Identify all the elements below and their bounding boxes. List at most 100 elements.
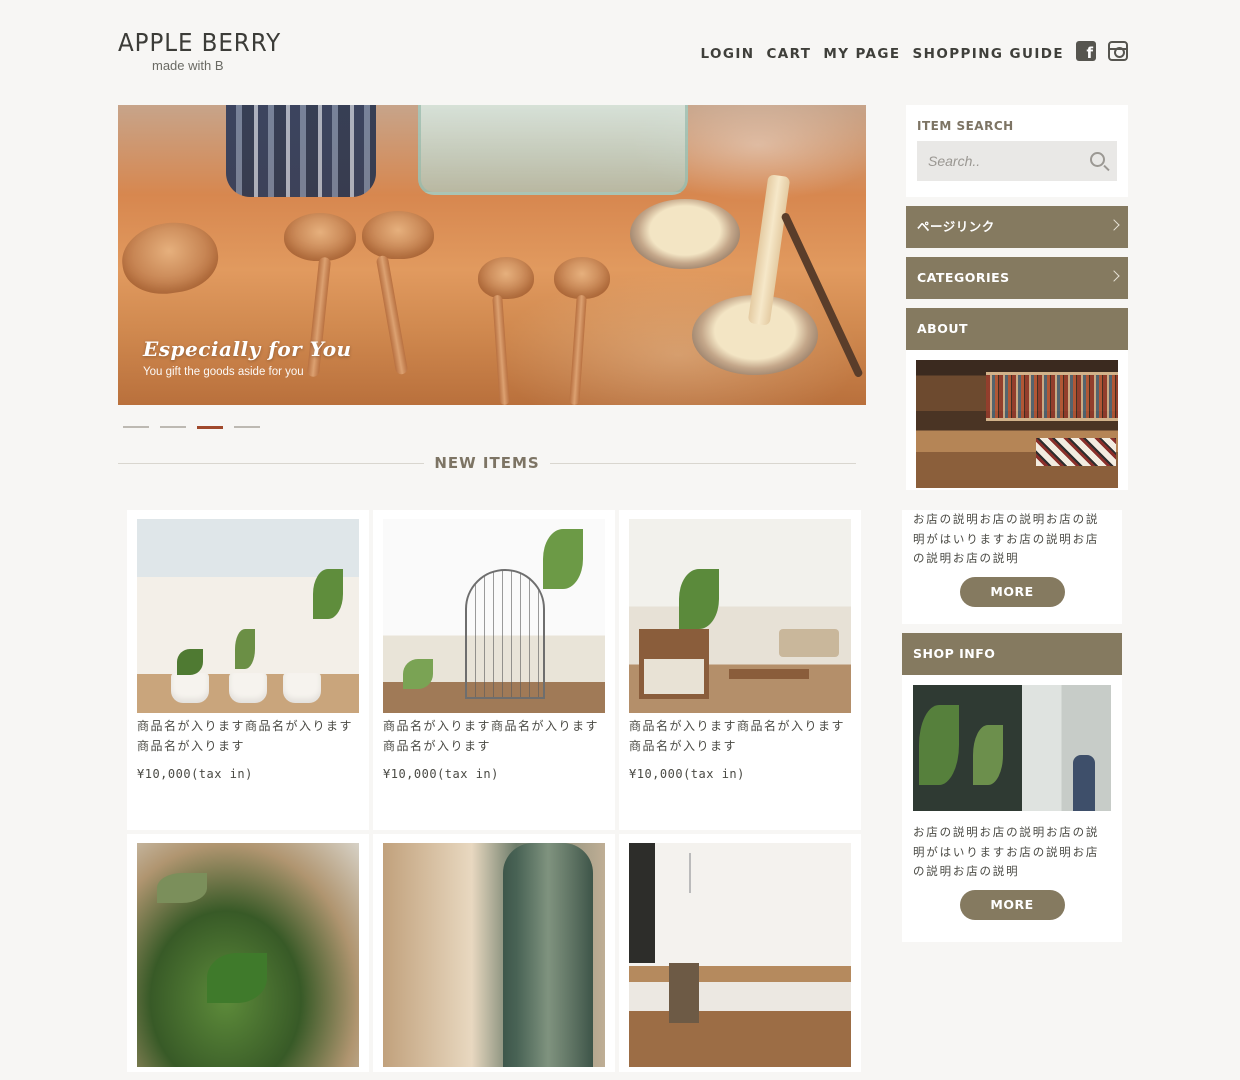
divider (118, 462, 425, 464)
new-items-heading: NEW ITEMS (118, 453, 857, 473)
product-card[interactable]: 商品名が入ります商品名が入ります商品名が入ります ¥10,000(tax in) (619, 510, 861, 830)
about-image-shelf (986, 418, 1118, 421)
about-image-bookshelf (986, 374, 1118, 418)
product-image (383, 519, 605, 713)
hero-title: Especially for You (143, 337, 352, 361)
shop-info-more-button[interactable]: MORE (959, 889, 1065, 920)
about-image (916, 360, 1118, 488)
categories-label: CATEGORIES (917, 270, 1010, 285)
product-name: 商品名が入ります商品名が入ります商品名が入ります (137, 719, 354, 753)
hero-subtitle: You gift the goods aside for you (143, 366, 304, 378)
product-image-birdcage (465, 569, 545, 699)
product-image-leaf (313, 569, 343, 619)
about-image-frame (906, 350, 1128, 490)
product-image-pot (229, 673, 267, 703)
product-price: ¥10,000(tax in) (383, 767, 499, 781)
shop-image (913, 685, 1111, 811)
shop-image-plants (919, 705, 959, 785)
about-heading: ABOUT (906, 308, 1128, 350)
nav-login[interactable]: LOGIN (700, 46, 754, 62)
product-image-leaf (235, 629, 255, 669)
shop-info-heading: SHOP INFO (902, 633, 1122, 675)
product-image-lamp (689, 853, 691, 893)
item-search-panel: ITEM SEARCH (906, 105, 1128, 197)
product-image-leaf (157, 873, 207, 903)
site-logo[interactable]: APPLE BERRY made with B (118, 28, 295, 73)
social-links: f (1076, 41, 1128, 62)
search-icon[interactable] (1090, 152, 1105, 167)
shop-image-plants (973, 725, 1003, 785)
shop-image-frame (902, 675, 1122, 820)
product-image-leaf (403, 659, 433, 689)
main-nav: LOGIN CART MY PAGE SHOPPING GUIDE f (700, 41, 1128, 62)
slider-dot-4[interactable] (234, 426, 260, 428)
hero-image-spoon (362, 211, 434, 259)
shop-info-content: お店の説明お店の説明お店の説明がはいりますお店の説明お店の説明お店の説明 MOR… (902, 820, 1122, 942)
product-name: 商品名が入ります商品名が入ります商品名が入ります (629, 719, 846, 753)
chevron-right-icon (1108, 270, 1120, 282)
hero-image-handle (492, 294, 510, 405)
shop-info-description: お店の説明お店の説明お店の説明がはいりますお店の説明お店の説明お店の説明 (913, 825, 1100, 878)
product-image-sofa (779, 629, 839, 657)
brand-tagline: made with B (152, 58, 224, 73)
product-image (137, 519, 359, 713)
about-description: お店の説明お店の説明お店の説明がはいりますお店の説明お店の説明お店の説明 (913, 512, 1100, 565)
hero-image-bowl (630, 199, 740, 269)
hero-image-spoon (554, 257, 610, 299)
product-price: ¥10,000(tax in) (137, 767, 253, 781)
hero-image-spoon (118, 216, 223, 300)
hero-image-jar (226, 105, 376, 197)
product-card[interactable]: 商品名が入ります商品名が入ります商品名が入ります ¥10,000(tax in) (127, 510, 369, 830)
about-image-shelf (986, 372, 1118, 375)
instagram-icon[interactable] (1108, 41, 1128, 61)
product-card[interactable] (373, 834, 615, 1072)
hero-image-spoon (478, 257, 534, 299)
product-image-table (729, 669, 809, 679)
hero-image-handle (375, 254, 409, 376)
about-more-button[interactable]: MORE (959, 576, 1065, 607)
nav-my-page[interactable]: MY PAGE (823, 46, 900, 62)
shop-info-label: SHOP INFO (913, 646, 996, 661)
hero-image-spoon (284, 213, 356, 261)
product-name: 商品名が入ります商品名が入ります商品名が入ります (383, 719, 600, 753)
item-search-heading: ITEM SEARCH (917, 119, 1014, 133)
facebook-icon[interactable]: f (1076, 41, 1096, 62)
divider (549, 462, 857, 464)
chevron-right-icon (1108, 219, 1120, 231)
product-image-pot (283, 673, 321, 703)
hero-caption: Especially for You You gift the goods as… (143, 337, 352, 378)
product-card[interactable] (619, 834, 861, 1072)
hero-image-tray (418, 105, 688, 195)
about-label: ABOUT (917, 321, 969, 336)
shop-image-person (1073, 755, 1095, 811)
about-content: お店の説明お店の説明お店の説明がはいりますお店の説明お店の説明お店の説明 MOR… (902, 510, 1122, 624)
categories-menu[interactable]: CATEGORIES (906, 257, 1128, 299)
page-link-menu[interactable]: ページリンク (906, 206, 1128, 248)
nav-shopping-guide[interactable]: SHOPPING GUIDE (913, 46, 1064, 62)
product-image-chair (639, 629, 709, 699)
product-image-jar (503, 843, 593, 1067)
nav-cart[interactable]: CART (766, 46, 811, 62)
product-image (137, 843, 359, 1067)
product-image (383, 843, 605, 1067)
slider-dot-1[interactable] (123, 426, 149, 428)
slider-pagination (123, 425, 260, 429)
hero-slider[interactable]: Especially for You You gift the goods as… (118, 105, 866, 405)
product-image (629, 519, 851, 713)
about-image-cushion (1036, 438, 1116, 466)
brand-name: APPLE BERRY (118, 28, 282, 57)
product-price: ¥10,000(tax in) (629, 767, 745, 781)
product-image-chair (669, 963, 699, 1023)
product-card[interactable] (127, 834, 369, 1072)
page-link-label: ページリンク (917, 219, 995, 234)
product-image-window (629, 843, 655, 963)
new-items-title: NEW ITEMS (434, 454, 540, 472)
slider-dot-2[interactable] (160, 426, 186, 428)
product-card[interactable]: 商品名が入ります商品名が入ります商品名が入ります ¥10,000(tax in) (373, 510, 615, 830)
product-image-pot (171, 673, 209, 703)
product-image-leaf (543, 529, 583, 589)
slider-dot-3[interactable] (197, 425, 223, 429)
search-input[interactable] (917, 141, 1077, 181)
product-image-leaf (679, 569, 719, 629)
search-box (917, 141, 1117, 181)
